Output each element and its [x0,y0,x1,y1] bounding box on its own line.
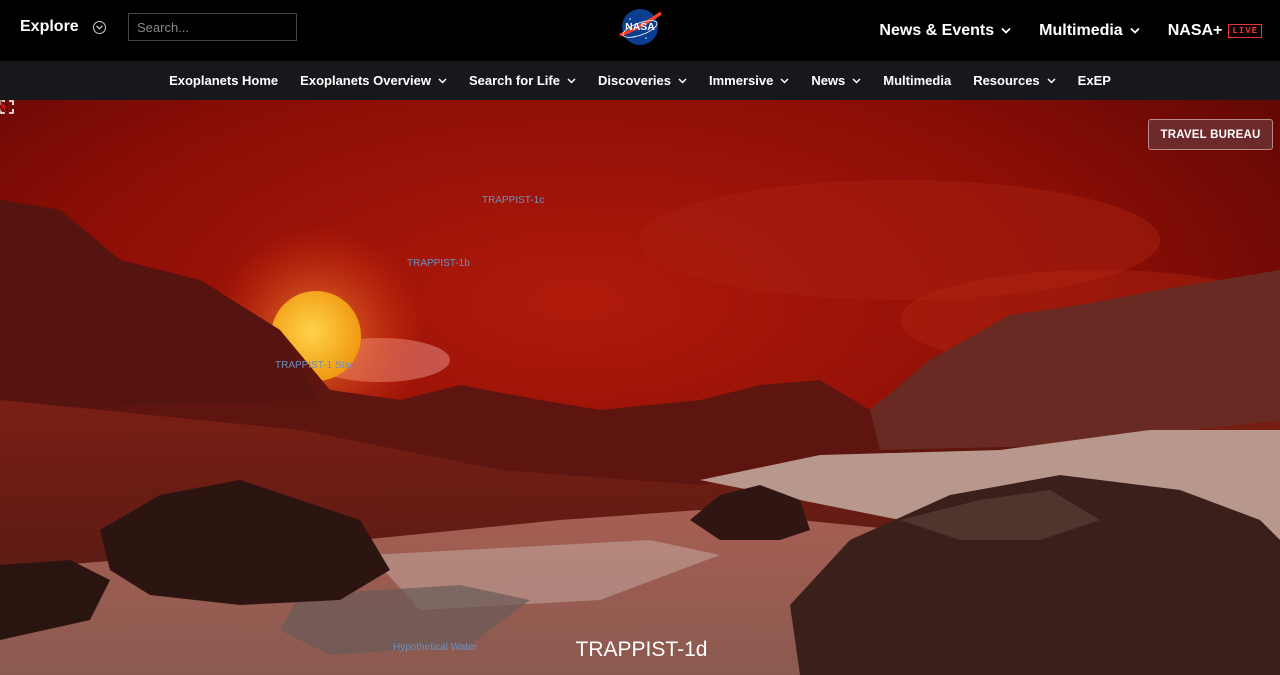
search-input[interactable] [128,13,297,41]
nav-multimedia-label: Multimedia [1039,21,1123,39]
subnav-label: Exoplanets Overview [300,73,431,88]
planet-c-label[interactable]: TRAPPIST-1c [482,195,544,206]
subnav-immersive[interactable]: Immersive [709,73,789,88]
chevron-down-icon [1047,77,1056,84]
nav-multimedia[interactable]: Multimedia [1039,22,1140,40]
nasa-logo[interactable]: NASA [616,7,664,47]
subnav-multimedia[interactable]: Multimedia [883,73,951,88]
logo-text: NASA [625,21,655,33]
star-label[interactable]: TRAPPIST-1 Star [275,360,353,371]
subnav-exoplanets-home[interactable]: Exoplanets Home [169,73,278,88]
explore-label: Explore [20,18,79,35]
nav-nasa-plus[interactable]: NASA+ LIVE [1168,22,1262,40]
subnav-news[interactable]: News [811,73,861,88]
planet-b-label[interactable]: TRAPPIST-1b [407,258,470,269]
nav-nasa-plus-label: NASA+ [1167,21,1223,39]
subnav-label: Resources [973,73,1040,88]
subnav-exoplanets-overview[interactable]: Exoplanets Overview [300,73,447,88]
chevron-down-icon [1130,27,1140,34]
chevron-down-icon [438,77,447,84]
trappist-1d-scene[interactable]: TRAVEL BUREAU TRAPPIST-1c TRAPPIST-1b TR… [0,100,1280,675]
subnav-label: Discoveries [597,73,671,88]
landscape-render [0,100,1280,675]
subnav-label: ExEP [1077,73,1111,88]
subnav-discoveries[interactable]: Discoveries [598,73,687,88]
explore-menu[interactable]: Explore [20,18,106,36]
planet-title: TRAPPIST-1d [575,638,708,661]
exoplanets-subnav: Exoplanets Home Exoplanets Overview Sear… [0,61,1280,100]
chevron-down-icon [852,77,861,84]
subnav-label: Search for Life [468,73,560,88]
subnav-label: Immersive [708,73,774,88]
travel-bureau-button[interactable]: TRAVEL BUREAU [1148,119,1273,150]
mouse-cursor-icon [0,100,10,114]
subnav-exep[interactable]: ExEP [1078,73,1111,88]
nav-news-events[interactable]: News & Events [879,22,1011,40]
nav-news-events-label: News & Events [879,21,995,39]
chevron-down-icon [780,77,789,84]
primary-nav: News & Events Multimedia NASA+ LIVE [879,0,1280,61]
live-badge: LIVE [1228,23,1262,38]
top-header: Explore NASA News & Events Multimedia NA… [0,0,1280,61]
chevron-down-circle-icon [92,20,106,34]
chevron-down-icon [567,77,576,84]
chevron-down-icon [678,77,687,84]
chevron-down-icon [1001,27,1011,34]
subnav-label: News [811,73,846,88]
subnav-resources[interactable]: Resources [973,73,1056,88]
subnav-label: Multimedia [883,73,952,88]
subnav-search-for-life[interactable]: Search for Life [469,73,576,88]
subnav-label: Exoplanets Home [169,73,279,88]
